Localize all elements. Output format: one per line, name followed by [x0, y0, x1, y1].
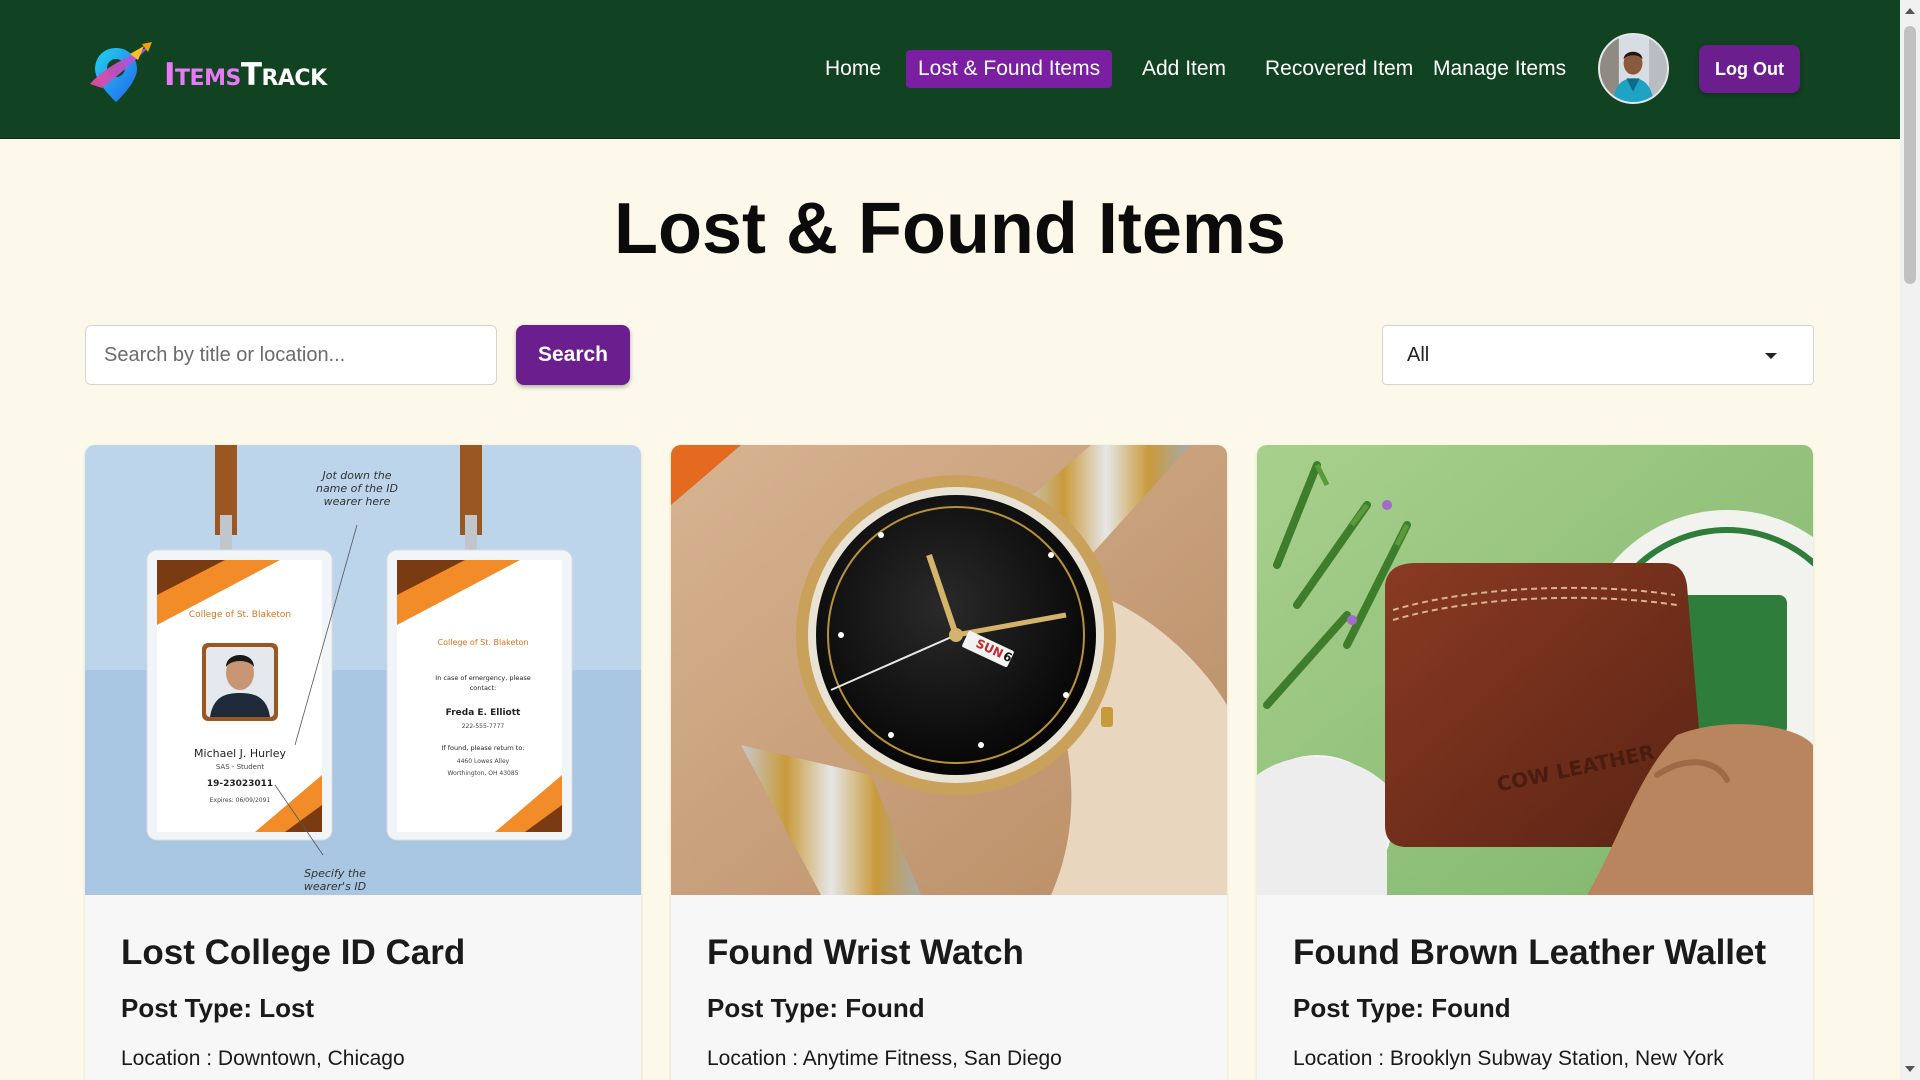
card-post-type: Post Type: Lost — [121, 993, 315, 1023]
nav-manage-items[interactable]: Manage Items — [1421, 50, 1578, 88]
filter-selected-value: All — [1407, 344, 1430, 366]
svg-text:Specify the: Specify the — [304, 867, 366, 880]
svg-text:Worthington, OH 43085: Worthington, OH 43085 — [447, 770, 518, 777]
item-card[interactable]: College of St. Blaketon Michael J. Hurle… — [85, 445, 641, 1080]
svg-text:4460 Lowes Alley: 4460 Lowes Alley — [457, 758, 510, 765]
svg-text:College of St. Blaketon: College of St. Blaketon — [189, 610, 291, 620]
svg-text:wearer's ID: wearer's ID — [304, 880, 366, 893]
nav-add-item[interactable]: Add Item — [1130, 50, 1238, 88]
svg-text:Freda E. Elliott: Freda E. Elliott — [446, 708, 521, 718]
page-scrollbar[interactable] — [1900, 0, 1920, 1080]
item-card[interactable]: COW LEATHER Found Brown Leather Wallet P… — [1257, 445, 1813, 1080]
svg-text:In case of emergency, please: In case of emergency, please — [435, 674, 530, 682]
nav-recovered-item[interactable]: Recovered Item — [1253, 50, 1425, 88]
logout-button[interactable]: Log Out — [1699, 45, 1800, 93]
svg-text:222-555-7777: 222-555-7777 — [462, 723, 505, 730]
caret-down-icon — [1765, 353, 1777, 359]
scroll-up-arrow-icon[interactable] — [1905, 8, 1915, 14]
page-title: Lost & Found Items — [614, 189, 1286, 269]
svg-text:19-23023011: 19-23023011 — [207, 779, 273, 789]
card-title: Lost College ID Card — [121, 933, 466, 972]
user-avatar[interactable] — [1598, 33, 1669, 104]
card-post-type: Post Type: Found — [1293, 993, 1511, 1023]
scrollbar-thumb[interactable] — [1904, 26, 1916, 284]
item-image: SUN 6 — [671, 445, 1227, 895]
card-location: Location : Anytime Fitness, San Diego — [707, 1047, 1062, 1070]
svg-text:wearer here: wearer here — [324, 495, 391, 508]
card-post-type: Post Type: Found — [707, 993, 925, 1023]
svg-text:If found, please return to:: If found, please return to: — [441, 744, 524, 752]
navbar: Items Track Home Lost & Found Items Add I… — [0, 0, 1900, 139]
svg-text:Expires: 06/09/2091: Expires: 06/09/2091 — [210, 797, 271, 804]
svg-text:SAS - Student: SAS - Student — [216, 763, 265, 771]
post-type-filter-select[interactable]: All — [1382, 325, 1814, 385]
nav-lost-found-items[interactable]: Lost & Found Items — [906, 50, 1113, 88]
card-title: Found Brown Leather Wallet — [1293, 933, 1767, 972]
svg-text:name of the ID: name of the ID — [316, 482, 398, 495]
svg-text:College of St. Blaketon: College of St. Blaketon — [438, 638, 529, 647]
avatar-photo — [1600, 35, 1667, 102]
search-input[interactable] — [85, 325, 497, 385]
svg-text:contact:: contact: — [470, 684, 497, 692]
item-image: College of St. Blaketon Michael J. Hurle… — [85, 445, 641, 895]
item-image: COW LEATHER — [1257, 445, 1813, 895]
card-location: Location : Brooklyn Subway Station, New … — [1293, 1047, 1724, 1070]
svg-text:Michael J. Hurley: Michael J. Hurley — [194, 747, 286, 760]
search-button[interactable]: Search — [516, 325, 630, 385]
scroll-down-arrow-icon[interactable] — [1905, 1066, 1915, 1072]
card-title: Found Wrist Watch — [707, 933, 1024, 972]
svg-text:Jot down the: Jot down the — [320, 469, 391, 482]
nav-home[interactable]: Home — [813, 50, 893, 88]
item-card[interactable]: SUN 6 Found Wrist Watch Post Type: Found… — [671, 445, 1227, 1080]
card-location: Location : Downtown, Chicago — [121, 1047, 405, 1070]
